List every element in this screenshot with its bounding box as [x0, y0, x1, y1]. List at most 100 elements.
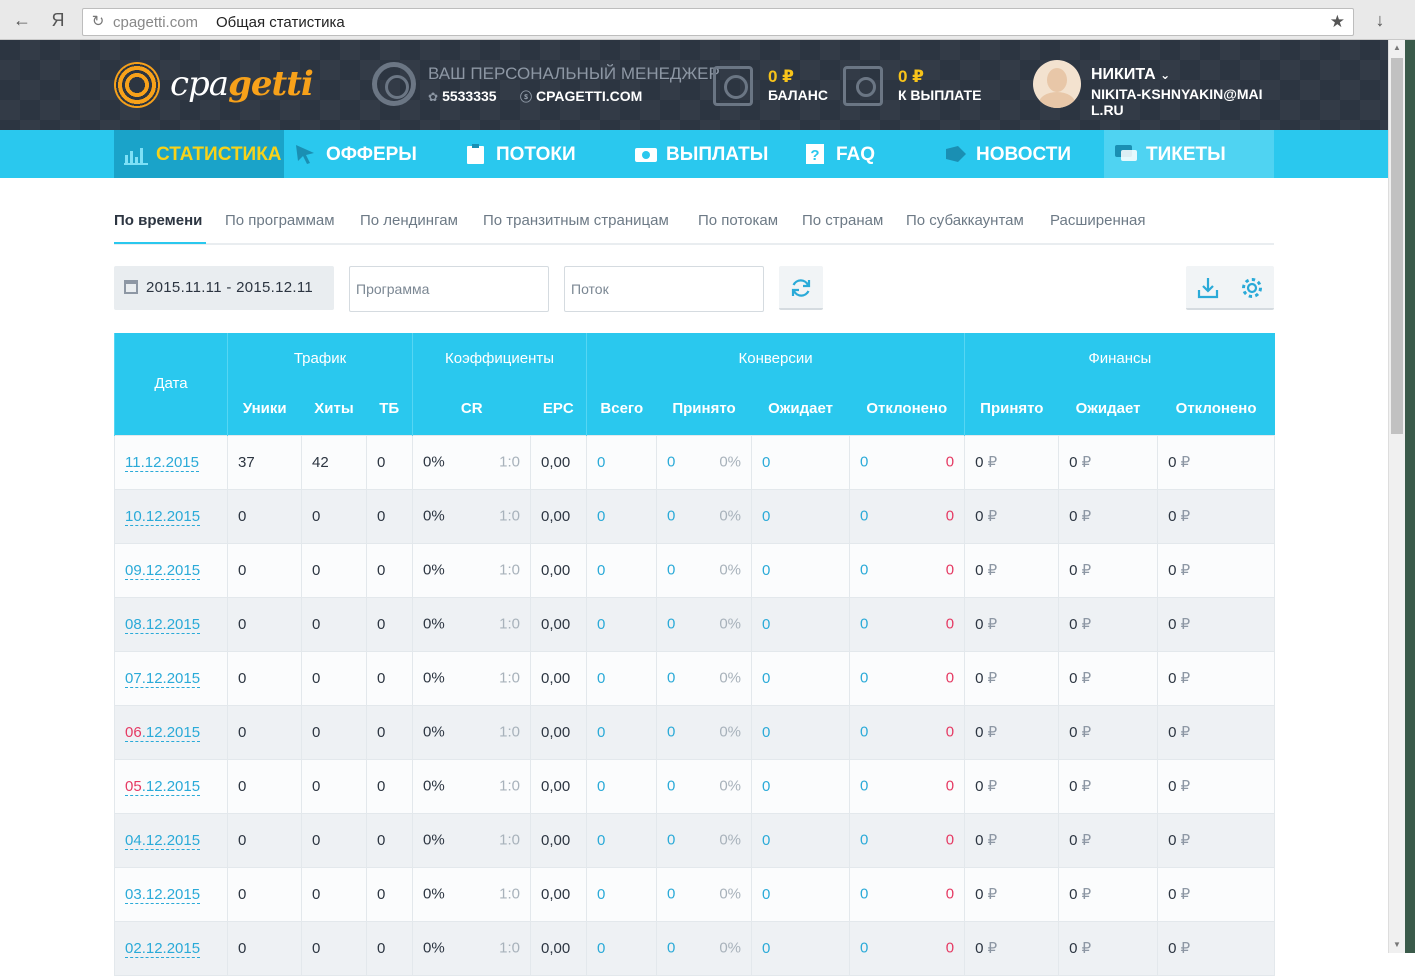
rejected-value: 0 [860, 507, 869, 525]
cell-hits: 0 [301, 650, 367, 706]
avatar[interactable] [1033, 60, 1081, 108]
fin-pending-value: 0 [1069, 454, 1078, 471]
subtab-by-subaccounts[interactable]: По субаккаунтам [906, 212, 1024, 229]
cell-conv-pending: 0 [751, 758, 851, 814]
bookmark-star-icon[interactable]: ★ [1330, 12, 1345, 32]
col-epc[interactable]: EPC [530, 383, 587, 435]
date-day: 02 [125, 939, 142, 957]
col-cr[interactable]: CR [412, 383, 531, 435]
col-conv-pending[interactable]: Ожидает [751, 383, 850, 435]
rejected-count: 0 [945, 453, 955, 471]
address-bar[interactable]: ↻ cpagetti.com Общая статистика ★ [82, 8, 1354, 36]
col-conv-rejected[interactable]: Отклонено [849, 383, 965, 435]
date-day: 04 [125, 831, 142, 849]
payout-value: 0 ₽ [898, 67, 925, 86]
nav-item-streams[interactable]: ПОТОКИ [454, 130, 624, 178]
cell-conv-accepted: 0 0% [656, 542, 753, 598]
ruble-icon: ₽ [1180, 778, 1191, 795]
date-link[interactable]: 11.12.2015 [125, 453, 199, 472]
col-fin-accepted[interactable]: Принято [964, 383, 1059, 435]
cell-date: 06.12.2015 [114, 704, 228, 760]
date-day: 05 [125, 777, 142, 795]
col-conv-total[interactable]: Всего [586, 383, 657, 435]
date-rest: .12.2015 [141, 939, 201, 957]
subtab-by-programs[interactable]: По программам [225, 212, 335, 229]
export-button[interactable] [1186, 266, 1230, 310]
program-input[interactable] [349, 266, 549, 312]
stream-input[interactable] [564, 266, 764, 312]
subtab-by-streams[interactable]: По потокам [698, 212, 778, 229]
nav-item-statistics[interactable]: СТАТИСТИКА [114, 130, 284, 178]
nav-item-offers[interactable]: ОФФЕРЫ [284, 130, 454, 178]
date-link[interactable]: 02.12.2015 [125, 939, 201, 958]
ruble-icon: ₽ [987, 886, 998, 903]
table-row: 05.12.2015 0 0 0 0% 1:0 0,00 0 0 0% 0 0 0 0 ₽0 ₽0 ₽ [114, 758, 1276, 814]
date-range-picker[interactable]: 2015.11.11 - 2015.12.11 [114, 266, 334, 310]
manager-skype[interactable]: ⓢ CPAGETTI.COM [520, 88, 642, 105]
manager-icq[interactable]: ✿ 5533335 [428, 88, 497, 104]
cell-hits: 0 [301, 758, 367, 814]
user-menu[interactable]: НИКИТА ⌄ NIKITA-KSHNYAKIN@MAIL.RU [1033, 60, 1273, 120]
scrollbar-thumb[interactable] [1391, 58, 1403, 434]
scroll-down-icon[interactable]: ▼ [1389, 937, 1405, 953]
rejected-value: 0 [860, 669, 869, 687]
subtab-advanced[interactable]: Расширенная [1050, 212, 1145, 229]
back-arrow-icon[interactable]: ← [10, 8, 34, 32]
subtab-by-countries[interactable]: По странам [802, 212, 883, 229]
refresh-button[interactable] [779, 266, 823, 310]
fin-accepted-value: 0 [975, 832, 984, 849]
cell-epc: 0,00 [529, 920, 588, 976]
balance-block: 0 ₽ БАЛАНС [713, 64, 833, 108]
col-uniques[interactable]: Уники [227, 383, 302, 435]
reload-icon[interactable]: ↻ [89, 12, 107, 32]
date-link[interactable]: 04.12.2015 [125, 831, 201, 850]
cell-conv-rejected: 00 [849, 866, 966, 922]
fin-pending-value: 0 [1069, 886, 1078, 903]
cr-value: 0% [423, 561, 445, 579]
col-tb[interactable]: ТБ [366, 383, 413, 435]
date-header[interactable]: Дата [114, 333, 228, 435]
date-link[interactable]: 09.12.2015 [125, 561, 201, 580]
nav-item-payouts[interactable]: ВЫПЛАТЫ [624, 130, 794, 178]
date-link[interactable]: 07.12.2015 [125, 669, 201, 688]
fin-rejected-value: 0 [1168, 616, 1177, 633]
date-link[interactable]: 08.12.2015 [125, 615, 201, 634]
cell-conv-accepted: 0 0% [656, 812, 753, 868]
subtab-by-transit-pages[interactable]: По транзитным страницам [483, 212, 669, 229]
cell-conv-pending: 0 [751, 434, 851, 490]
col-hits[interactable]: Хиты [301, 383, 367, 435]
accepted-percent: 0% [719, 777, 742, 795]
chevron-down-icon[interactable]: ⌄ [1160, 68, 1170, 82]
cr-value: 0% [423, 453, 445, 471]
cell-cr: 0% 1:0 [412, 434, 531, 490]
cell-epc: 0,00 [529, 434, 588, 490]
col-fin-pending[interactable]: Ожидает [1058, 383, 1158, 435]
col-fin-rejected[interactable]: Отклонено [1157, 383, 1275, 435]
date-rest: .12.2015 [141, 885, 201, 903]
yandex-icon[interactable]: Я [46, 8, 70, 32]
date-link[interactable]: 10.12.2015 [125, 507, 201, 526]
settings-button[interactable] [1230, 266, 1274, 310]
date-link[interactable]: 06.12.2015 [125, 723, 201, 742]
date-rest: .12.2015 [141, 615, 201, 633]
rejected-value: 0 [860, 885, 869, 903]
col-conv-accepted[interactable]: Принято [656, 383, 752, 435]
cell-fin-accepted: 0 ₽ [964, 488, 1060, 544]
download-icon[interactable]: ↓ [1368, 8, 1392, 32]
date-rest: .12.2015 [141, 669, 201, 687]
cell-conv-rejected: 00 [849, 542, 966, 598]
money-icon [635, 148, 657, 162]
subtab-by-time[interactable]: По времени [114, 212, 202, 229]
date-link[interactable]: 03.12.2015 [125, 885, 201, 904]
date-link[interactable]: 05.12.2015 [125, 777, 201, 796]
scroll-up-icon[interactable]: ▲ [1389, 40, 1405, 56]
subtab-by-landings[interactable]: По лендингам [360, 212, 458, 229]
user-name[interactable]: НИКИТА ⌄ [1091, 66, 1170, 84]
nav-item-news[interactable]: НОВОСТИ [934, 130, 1104, 178]
rejected-count: 0 [945, 777, 955, 795]
nav-item-tickets[interactable]: ТИКЕТЫ [1104, 130, 1274, 178]
ruble-icon: ₽ [987, 724, 998, 741]
cr-value: 0% [423, 669, 445, 687]
page-scrollbar[interactable]: ▲ ▼ [1388, 40, 1405, 953]
logo[interactable]: cpagetti [114, 60, 314, 110]
